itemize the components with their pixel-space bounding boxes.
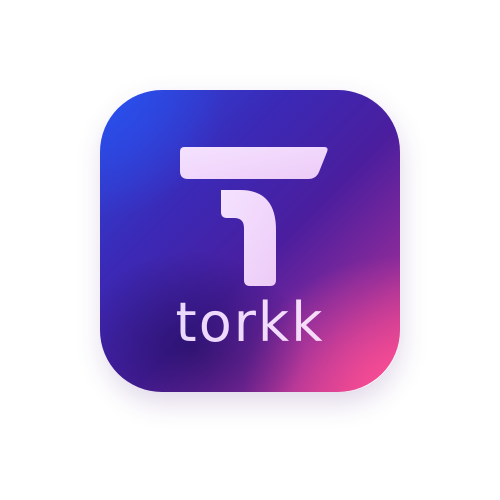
t-stem-shape <box>221 190 276 286</box>
brand-wordmark: torkk <box>100 293 400 353</box>
t-bar-shape <box>180 147 328 179</box>
app-icon-tile: torkk <box>100 90 400 392</box>
logo-canvas: torkk <box>0 0 500 500</box>
